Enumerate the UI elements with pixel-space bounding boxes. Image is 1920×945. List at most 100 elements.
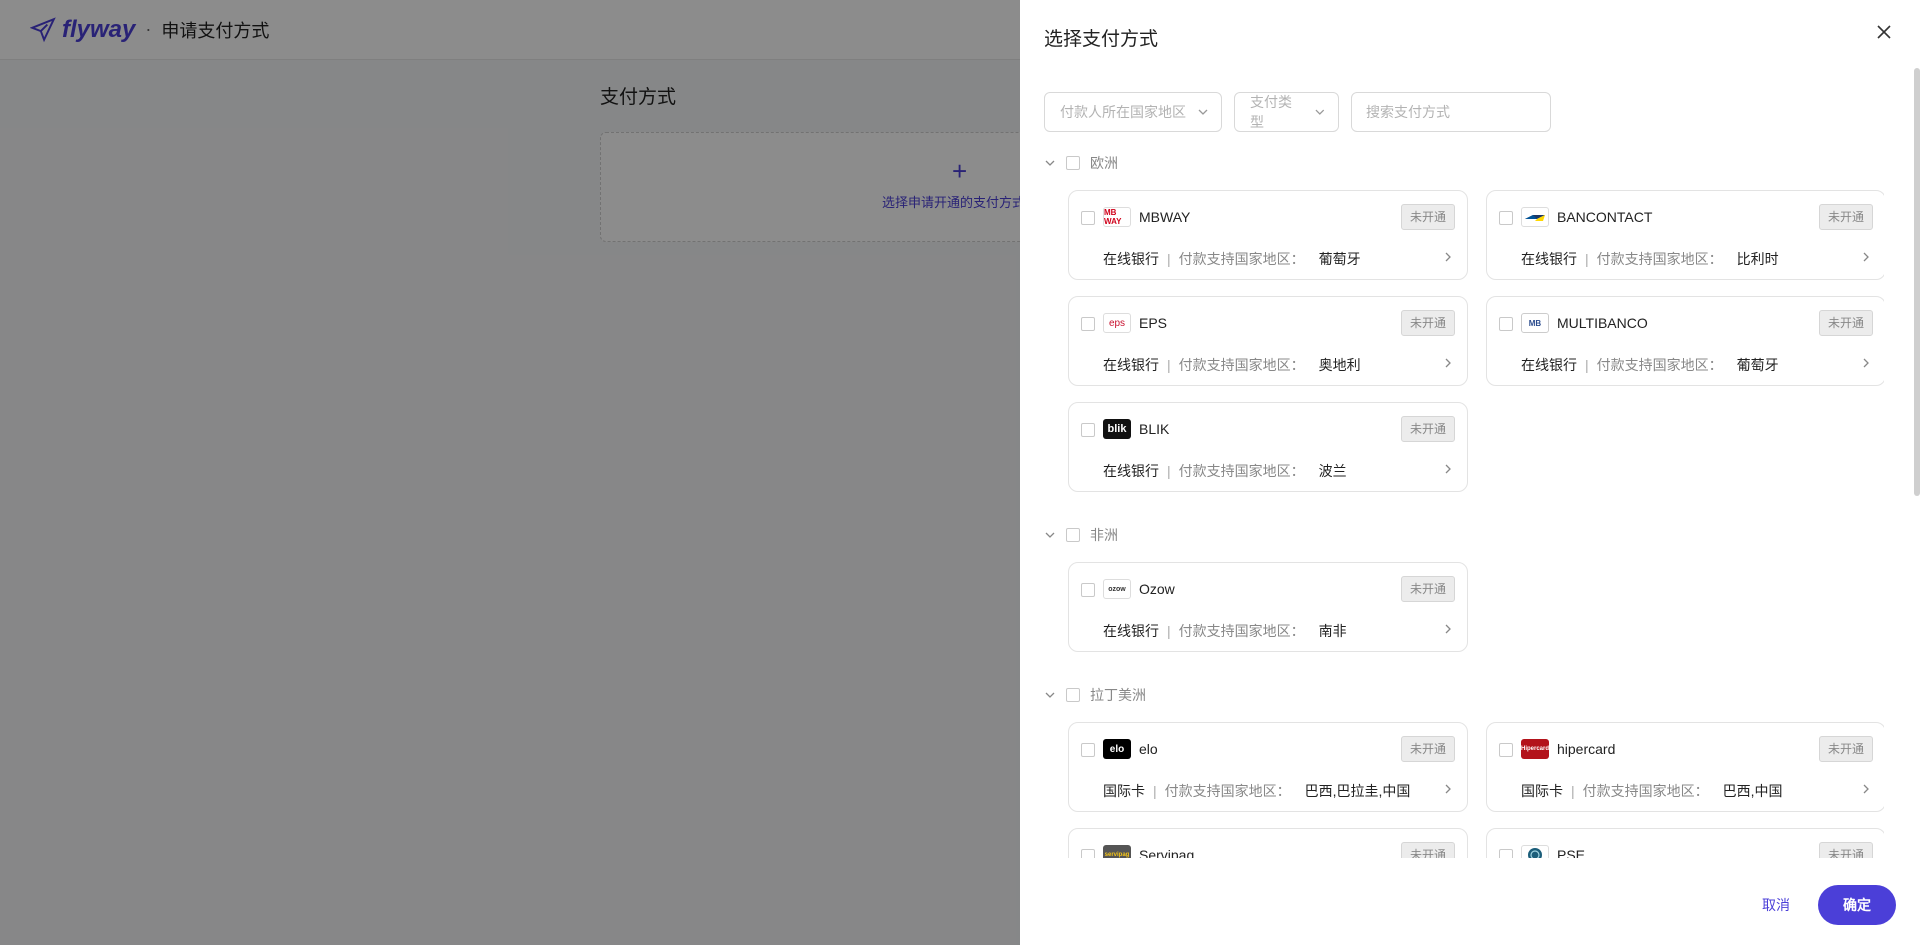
chevron-right-icon[interactable] [1861,251,1871,263]
payment-info: 在线银行 | 付款支持国家地区： 波兰 [1103,461,1347,481]
countries-label: 付款支持国家地区： [1164,783,1291,799]
type-select[interactable]: 支付类型 [1234,92,1339,132]
payment-name: hipercard [1557,741,1616,757]
payment-type: 国际卡 [1521,783,1563,799]
payment-name: Servipag [1139,847,1195,858]
payment-card-hipercard[interactable]: Hipercard hipercard 未开通 国际卡 | 付款支持国家地区： … [1486,722,1884,812]
countries-label: 付款支持国家地区： [1178,357,1305,373]
countries-label: 付款支持国家地区： [1596,251,1723,267]
payment-type: 在线银行 [1103,463,1159,479]
group-header-africa[interactable]: 非洲 [1044,520,1884,550]
countries-value: 南非 [1318,623,1347,639]
scrollbar[interactable] [1914,68,1920,496]
payment-card-bancontact[interactable]: BANCONTACT 未开通 在线银行 | 付款支持国家地区： 比利时 [1486,190,1884,280]
chevron-right-icon[interactable] [1443,357,1453,369]
status-badge: 未开通 [1400,736,1455,762]
chevron-right-icon[interactable] [1443,783,1453,795]
payment-name: BANCONTACT [1557,209,1653,225]
countries-label: 付款支持国家地区： [1178,623,1305,639]
group-header-europe[interactable]: 欧洲 [1044,148,1884,178]
chevron-right-icon[interactable] [1443,463,1453,475]
payment-name: EPS [1139,315,1168,331]
card-checkbox[interactable] [1499,743,1513,757]
bancontact-logo-icon [1521,207,1549,227]
payment-name: elo [1139,741,1158,757]
chevron-right-icon[interactable] [1861,357,1871,369]
payment-name: BLIK [1139,421,1170,437]
payment-method-list: 欧洲 MB WAY MBWAY 未开通 在线银行 | 付款支持国家地区： 葡萄牙 [1044,148,1884,858]
payment-card-pse[interactable]: PSE 未开通 [1486,828,1884,858]
chevron-down-icon[interactable] [1044,157,1056,169]
countries-value: 巴西,中国 [1722,783,1783,799]
card-checkbox[interactable] [1081,583,1095,597]
divider: | [1167,463,1171,479]
countries-value: 葡萄牙 [1318,251,1361,267]
card-checkbox[interactable] [1081,743,1095,757]
card-checkbox[interactable] [1499,849,1513,858]
servipag-logo-icon: servipag [1103,845,1131,858]
drawer-title: 选择支付方式 [1044,29,1159,50]
countries-value: 比利时 [1736,251,1779,267]
countries-label: 付款支持国家地区： [1178,463,1305,479]
payment-card-blik[interactable]: blik BLIK 未开通 在线银行 | 付款支持国家地区： 波兰 [1068,402,1468,492]
country-select-placeholder: 付款人所在国家地区 [1060,104,1186,120]
card-checkbox[interactable] [1081,423,1095,437]
payment-card-eps[interactable]: eps EPS 未开通 在线银行 | 付款支持国家地区： 奥地利 [1068,296,1468,386]
card-checkbox[interactable] [1081,317,1095,331]
payment-type: 在线银行 [1521,357,1577,373]
group-checkbox[interactable] [1066,688,1080,702]
payment-name: PSE [1557,847,1586,858]
countries-label: 付款支持国家地区： [1178,251,1305,267]
confirm-button[interactable]: 确定 [1818,885,1896,925]
payment-card-mbway[interactable]: MB WAY MBWAY 未开通 在线银行 | 付款支持国家地区： 葡萄牙 [1068,190,1468,280]
close-icon [1877,25,1891,39]
payment-type: 在线银行 [1521,251,1577,267]
chevron-right-icon[interactable] [1861,783,1871,795]
payment-name: MBWAY [1139,209,1191,225]
group-checkbox[interactable] [1066,528,1080,542]
chevron-down-icon[interactable] [1044,529,1056,541]
card-checkbox[interactable] [1081,849,1095,858]
cancel-button[interactable]: 取消 [1762,895,1790,915]
payment-card-servipag[interactable]: servipag Servipag 未开通 [1068,828,1468,858]
countries-value: 奥地利 [1318,357,1361,373]
chevron-down-icon [1198,109,1208,115]
payment-name: MULTIBANCO [1557,315,1648,331]
countries-label: 付款支持国家地区： [1596,357,1723,373]
status-badge: 未开通 [1400,576,1455,602]
close-button[interactable] [1874,22,1894,42]
group-checkbox[interactable] [1066,156,1080,170]
divider: | [1153,783,1157,799]
pse-logo-icon [1521,845,1549,858]
mbway-logo-icon: MB WAY [1103,207,1131,227]
countries-value: 波兰 [1318,463,1347,479]
group-grid-latin-america: elo elo 未开通 国际卡 | 付款支持国家地区： 巴西,巴拉圭,中国 Hi… [1044,722,1884,858]
chevron-right-icon[interactable] [1443,623,1453,635]
countries-label: 付款支持国家地区： [1582,783,1709,799]
payment-info: 国际卡 | 付款支持国家地区： 巴西,巴拉圭,中国 [1103,781,1410,801]
status-badge: 未开通 [1818,842,1873,858]
hipercard-logo-icon: Hipercard [1521,739,1549,759]
divider: | [1167,623,1171,639]
payment-info: 在线银行 | 付款支持国家地区： 奥地利 [1103,355,1361,375]
chevron-down-icon [1315,109,1325,115]
card-checkbox[interactable] [1081,211,1095,225]
drawer-footer: 取消 确定 [1020,865,1920,945]
card-checkbox[interactable] [1499,317,1513,331]
ozow-logo-icon: ozow [1103,579,1131,599]
status-badge: 未开通 [1400,416,1455,442]
search-input[interactable] [1351,92,1551,132]
chevron-down-icon[interactable] [1044,689,1056,701]
payment-info: 在线银行 | 付款支持国家地区： 比利时 [1521,249,1779,269]
group-header-latin-america[interactable]: 拉丁美洲 [1044,680,1884,710]
chevron-right-icon[interactable] [1443,251,1453,263]
country-select[interactable]: 付款人所在国家地区 [1044,92,1222,132]
countries-value: 巴西,巴拉圭,中国 [1304,783,1411,799]
payment-card-elo[interactable]: elo elo 未开通 国际卡 | 付款支持国家地区： 巴西,巴拉圭,中国 [1068,722,1468,812]
payment-card-multibanco[interactable]: MB MULTIBANCO 未开通 在线银行 | 付款支持国家地区： 葡萄牙 [1486,296,1884,386]
payment-info: 在线银行 | 付款支持国家地区： 葡萄牙 [1521,355,1779,375]
group-grid-europe: MB WAY MBWAY 未开通 在线银行 | 付款支持国家地区： 葡萄牙 BA… [1044,190,1884,492]
card-checkbox[interactable] [1499,211,1513,225]
payment-info: 在线银行 | 付款支持国家地区： 葡萄牙 [1103,249,1361,269]
payment-card-ozow[interactable]: ozow Ozow 未开通 在线银行 | 付款支持国家地区： 南非 [1068,562,1468,652]
